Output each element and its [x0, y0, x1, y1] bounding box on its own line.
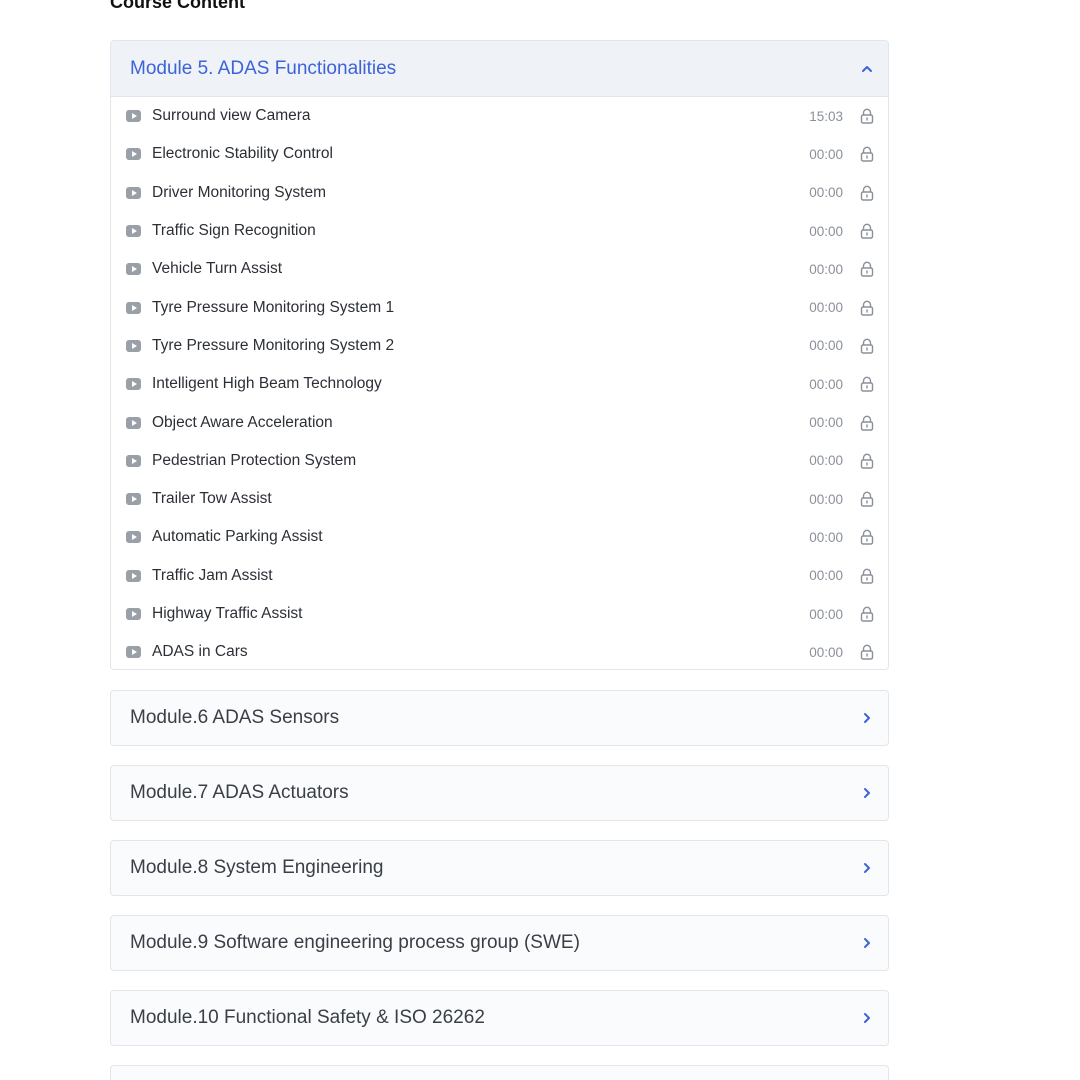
lock-icon [860, 530, 874, 546]
lesson-title[interactable]: Intelligent High Beam Technology [152, 375, 809, 393]
lesson-duration: 00:00 [809, 338, 843, 354]
lesson-row[interactable]: Intelligent High Beam Technology 00:00 [111, 365, 888, 403]
lesson-row[interactable]: Automatic Parking Assist 00:00 [111, 518, 888, 556]
chevron-right-icon[interactable] [860, 711, 874, 725]
lesson-row[interactable]: Surround view Camera 15:03 [111, 97, 888, 135]
lesson-row[interactable]: Highway Traffic Assist 00:00 [111, 595, 888, 633]
module-5-title: Module 5. ADAS Functionalities [130, 57, 397, 79]
lesson-duration: 00:00 [809, 415, 843, 431]
module-5-accordion: Module 5. ADAS Functionalities Surround … [110, 40, 889, 670]
chevron-right-icon[interactable] [860, 936, 874, 950]
lesson-row[interactable]: Traffic Jam Assist 00:00 [111, 557, 888, 595]
lesson-title[interactable]: Highway Traffic Assist [152, 605, 809, 623]
lesson-duration: 00:00 [809, 529, 843, 545]
lesson-duration: 00:00 [809, 300, 843, 316]
play-video-icon [126, 531, 141, 544]
lesson-title[interactable]: Electronic Stability Control [152, 145, 809, 163]
lesson-row[interactable]: Object Aware Acceleration 00:00 [111, 403, 888, 441]
lock-icon [860, 185, 874, 201]
lesson-title[interactable]: Tyre Pressure Monitoring System 2 [152, 337, 809, 355]
play-video-icon [126, 186, 141, 199]
lock-icon [860, 147, 874, 163]
lesson-duration: 00:00 [809, 185, 843, 201]
lesson-duration: 15:03 [809, 108, 843, 124]
lesson-row[interactable]: ADAS in Cars 00:00 [111, 633, 888, 669]
module-title: Module.7 ADAS Actuators [130, 782, 349, 803]
lesson-duration: 00:00 [809, 453, 843, 469]
chevron-up-icon[interactable] [860, 62, 874, 76]
module-5-header[interactable]: Module 5. ADAS Functionalities [111, 41, 888, 97]
play-video-icon [126, 263, 141, 276]
lock-icon [860, 300, 874, 316]
module-title: Module.8 System Engineering [130, 857, 384, 878]
lesson-row[interactable]: Driver Monitoring System 00:00 [111, 174, 888, 212]
play-video-icon [126, 339, 141, 352]
lesson-title[interactable]: Surround view Camera [152, 107, 809, 125]
lesson-title[interactable]: Tyre Pressure Monitoring System 1 [152, 299, 809, 317]
lesson-duration: 00:00 [809, 376, 843, 392]
lock-icon [860, 376, 874, 392]
module-accordion-collapsed[interactable]: Module.8 System Engineering [110, 840, 889, 896]
play-video-icon [126, 148, 141, 161]
module-accordion-collapsed[interactable]: Module.7 ADAS Actuators [110, 765, 889, 821]
chevron-right-icon[interactable] [860, 786, 874, 800]
lesson-title[interactable]: Traffic Jam Assist [152, 567, 809, 585]
module-title: Module.10 Functional Safety & ISO 26262 [130, 1007, 485, 1028]
lesson-title[interactable]: Object Aware Acceleration [152, 414, 809, 432]
lock-icon [860, 108, 874, 124]
lesson-row[interactable]: Tyre Pressure Monitoring System 2 00:00 [111, 327, 888, 365]
play-video-icon [126, 110, 141, 123]
lesson-duration: 00:00 [809, 644, 843, 660]
lock-icon [860, 261, 874, 278]
lock-icon [860, 453, 874, 469]
module-accordion-collapsed[interactable]: Module.9 Software engineering process gr… [110, 915, 889, 971]
chevron-right-icon[interactable] [860, 861, 874, 875]
lesson-row[interactable]: Vehicle Turn Assist 00:00 [111, 250, 888, 288]
lesson-title[interactable]: Vehicle Turn Assist [152, 260, 809, 278]
lesson-list: Surround view Camera 15:03 Electronic Stab… [111, 97, 888, 669]
module-accordion-collapsed[interactable]: Module.10 Functional Safety & ISO 26262 [110, 990, 889, 1046]
lock-icon [860, 606, 874, 622]
lesson-title[interactable]: Traffic Sign Recognition [152, 222, 809, 240]
course-content-heading: Course Content [110, 0, 245, 12]
play-video-icon [126, 225, 141, 238]
lesson-duration: 00:00 [809, 606, 843, 622]
lesson-row[interactable]: Pedestrian Protection System 00:00 [111, 442, 888, 480]
lesson-row[interactable]: Tyre Pressure Monitoring System 1 00:00 [111, 288, 888, 326]
lesson-title[interactable]: Driver Monitoring System [152, 184, 809, 202]
module-title: Module.9 Software engineering process gr… [130, 932, 580, 953]
lesson-title[interactable]: Trailer Tow Assist [152, 490, 809, 508]
lock-icon [860, 415, 874, 431]
lesson-title[interactable]: Pedestrian Protection System [152, 452, 809, 470]
play-video-icon [126, 569, 141, 582]
lesson-title[interactable]: ADAS in Cars [152, 643, 809, 661]
lesson-duration: 00:00 [809, 491, 843, 507]
lesson-duration: 00:00 [809, 146, 843, 162]
lesson-title[interactable]: Automatic Parking Assist [152, 528, 809, 546]
course-content-page: Course Content Module 5. ADAS Functional… [0, 0, 1080, 1080]
lock-icon [860, 644, 874, 660]
lock-icon [860, 568, 874, 584]
play-video-icon [126, 608, 141, 620]
play-video-icon [126, 378, 141, 391]
play-video-icon [126, 646, 141, 659]
lock-icon [860, 223, 874, 239]
lock-icon [860, 491, 874, 507]
module-title: Module.6 ADAS Sensors [130, 707, 340, 728]
play-video-icon [126, 301, 141, 314]
lesson-duration: 00:00 [809, 223, 843, 239]
chevron-right-icon[interactable] [860, 1011, 874, 1025]
lesson-row[interactable]: Electronic Stability Control 00:00 [111, 135, 888, 173]
lesson-duration: 00:00 [809, 568, 843, 584]
lesson-duration: 00:00 [809, 261, 843, 277]
play-video-icon [126, 416, 141, 429]
lock-icon [860, 338, 874, 354]
lesson-row[interactable]: Trailer Tow Assist 00:00 [111, 480, 888, 518]
play-video-icon [126, 493, 141, 506]
module-accordion-collapsed[interactable]: Module.6 ADAS Sensors [110, 690, 889, 746]
play-video-icon [126, 454, 141, 467]
lesson-row[interactable]: Traffic Sign Recognition 00:00 [111, 212, 888, 250]
module-accordion-partial[interactable] [110, 1065, 889, 1080]
